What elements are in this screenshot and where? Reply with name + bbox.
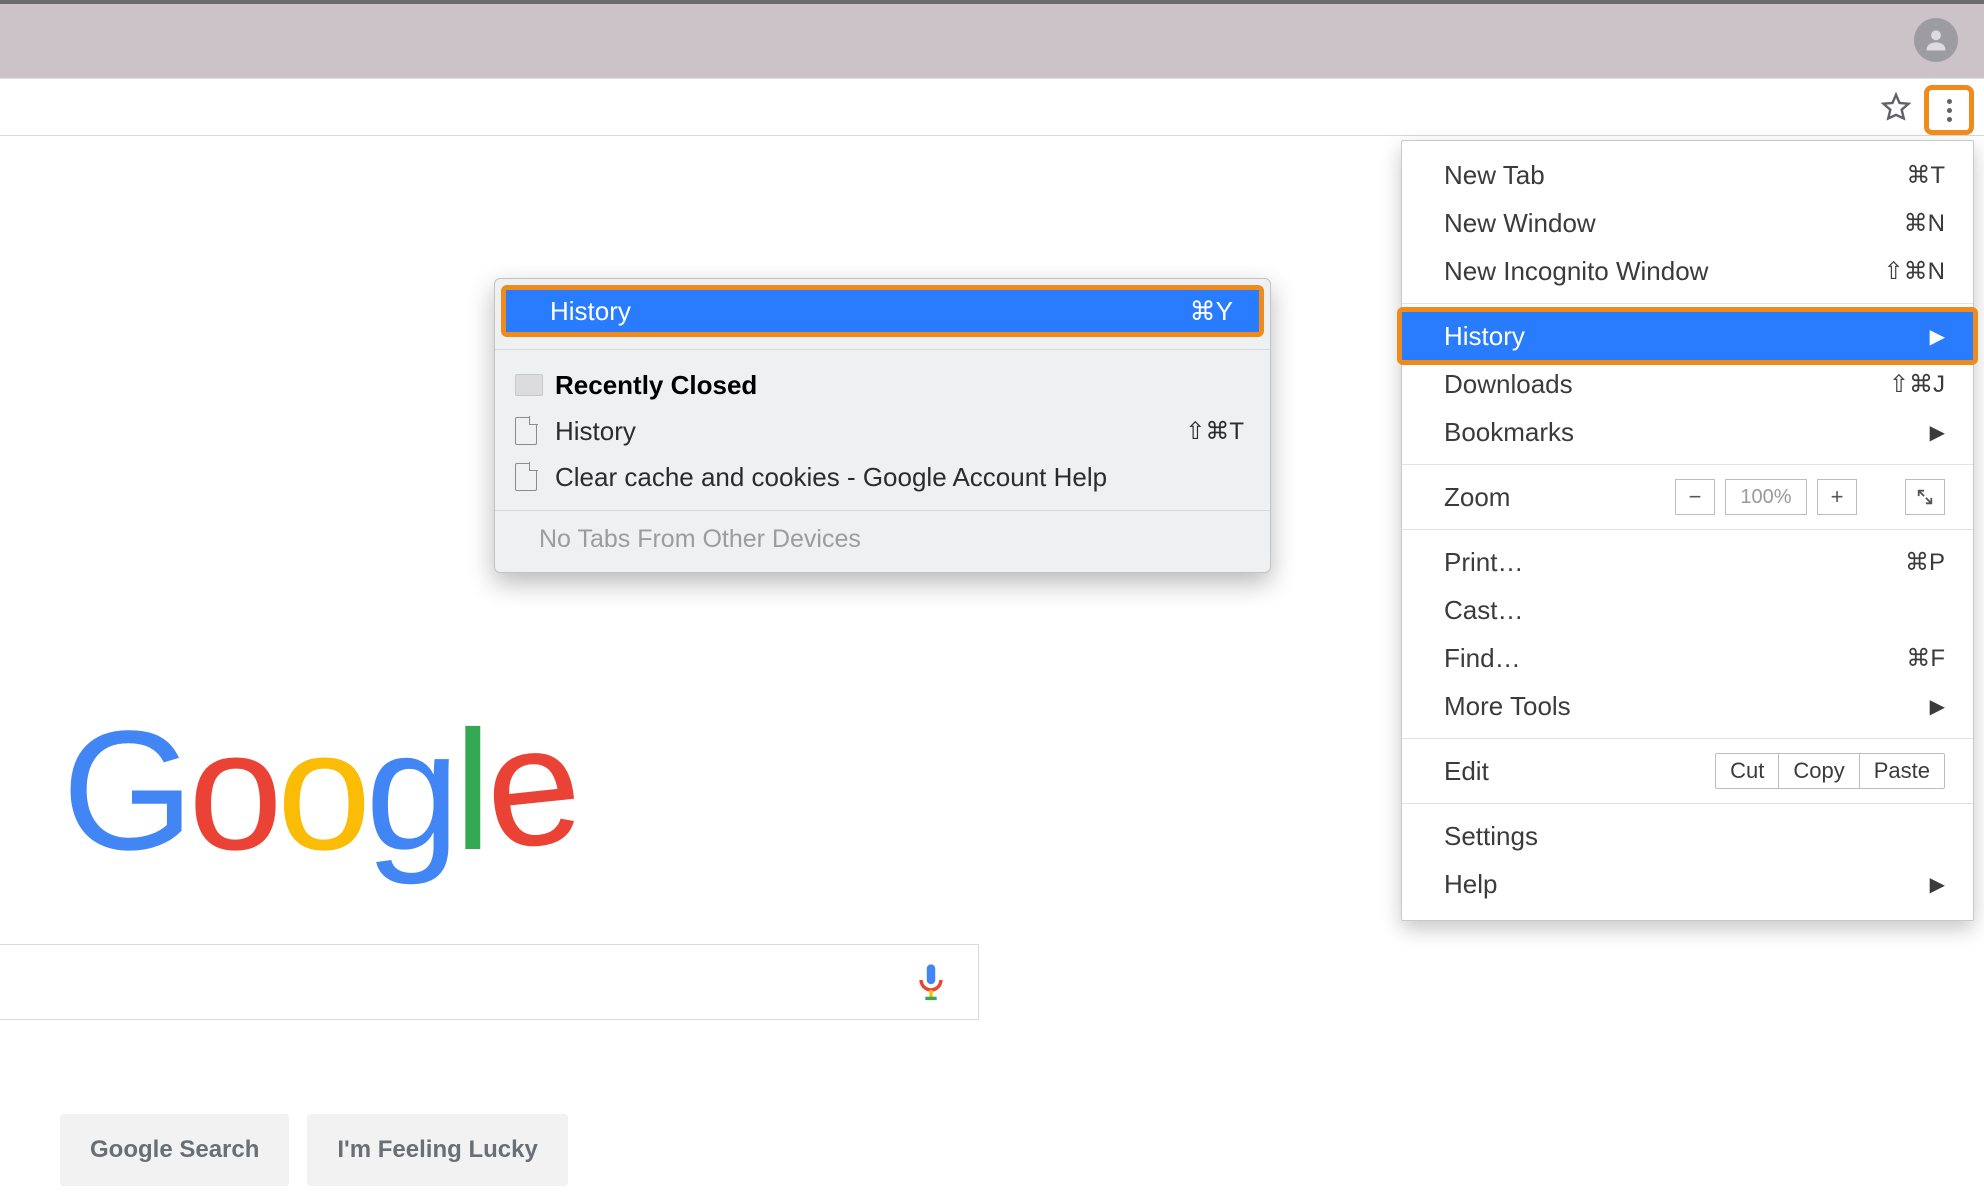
bookmark-star-button[interactable] <box>1880 91 1912 123</box>
page-icon <box>515 417 537 445</box>
fullscreen-icon <box>1916 488 1934 506</box>
menu-separator <box>1402 529 1973 530</box>
search-buttons: Google Search I'm Feeling Lucky <box>60 1114 568 1186</box>
fullscreen-button[interactable] <box>1905 479 1945 515</box>
menu-separator <box>495 349 1270 350</box>
edit-paste-button[interactable]: Paste <box>1859 754 1944 788</box>
menu-separator <box>1402 303 1973 304</box>
folder-icon <box>515 374 543 396</box>
google-logo: Google <box>62 706 574 876</box>
highlight-annotation: History▶ <box>1397 307 1978 365</box>
highlight-annotation: History⌘Y <box>501 285 1264 337</box>
person-icon <box>1922 26 1950 54</box>
submenu-history[interactable]: History⌘Y <box>506 290 1259 332</box>
edit-copy-button[interactable]: Copy <box>1778 754 1858 788</box>
menu-print[interactable]: Print…⌘P <box>1402 538 1973 586</box>
menu-separator <box>1402 738 1973 739</box>
profile-avatar-button[interactable] <box>1914 18 1958 62</box>
submenu-arrow-icon: ▶ <box>1930 420 1945 445</box>
recently-closed-header: Recently Closed <box>495 362 1270 408</box>
menu-new-tab[interactable]: New Tab⌘T <box>1402 151 1973 199</box>
chrome-menu-button[interactable] <box>1924 85 1974 135</box>
submenu-arrow-icon: ▶ <box>1930 872 1945 897</box>
chrome-main-menu: New Tab⌘T New Window⌘N New Incognito Win… <box>1401 140 1974 921</box>
google-search-button[interactable]: Google Search <box>60 1114 289 1186</box>
zoom-in-button[interactable]: + <box>1817 479 1857 515</box>
menu-cast[interactable]: Cast… <box>1402 586 1973 634</box>
submenu-arrow-icon: ▶ <box>1930 694 1945 719</box>
menu-downloads[interactable]: Downloads⇧⌘J <box>1402 360 1973 408</box>
address-bar-row <box>0 78 1984 136</box>
menu-new-incognito[interactable]: New Incognito Window⇧⌘N <box>1402 247 1973 295</box>
voice-search-button[interactable] <box>914 963 948 1003</box>
search-input[interactable] <box>0 944 979 1020</box>
menu-find[interactable]: Find…⌘F <box>1402 634 1973 682</box>
star-outline-icon <box>1880 91 1912 123</box>
feeling-lucky-button[interactable]: I'm Feeling Lucky <box>307 1114 567 1186</box>
no-tabs-other-devices: No Tabs From Other Devices <box>495 510 1270 572</box>
menu-history[interactable]: History▶ <box>1402 312 1973 360</box>
menu-separator <box>1402 803 1973 804</box>
kebab-icon <box>1947 97 1952 124</box>
microphone-icon <box>914 963 948 1006</box>
menu-bookmarks[interactable]: Bookmarks▶ <box>1402 408 1973 456</box>
window-tab-strip <box>0 0 1984 79</box>
menu-zoom-row: Zoom −100%+ <box>1402 473 1973 521</box>
recently-closed-item[interactable]: History ⇧⌘T <box>495 408 1270 454</box>
menu-separator <box>1402 464 1973 465</box>
history-submenu: History⌘Y Recently Closed History ⇧⌘T Cl… <box>494 278 1271 573</box>
recently-closed-item[interactable]: Clear cache and cookies - Google Account… <box>495 454 1270 500</box>
zoom-out-button[interactable]: − <box>1675 479 1715 515</box>
edit-cut-button[interactable]: Cut <box>1716 754 1778 788</box>
menu-new-window[interactable]: New Window⌘N <box>1402 199 1973 247</box>
menu-more-tools[interactable]: More Tools▶ <box>1402 682 1973 730</box>
menu-settings[interactable]: Settings <box>1402 812 1973 860</box>
submenu-arrow-icon: ▶ <box>1930 324 1945 349</box>
zoom-value: 100% <box>1725 479 1807 515</box>
menu-edit-row: Edit Cut Copy Paste <box>1402 747 1973 795</box>
page-icon <box>515 463 537 491</box>
menu-help[interactable]: Help▶ <box>1402 860 1973 908</box>
